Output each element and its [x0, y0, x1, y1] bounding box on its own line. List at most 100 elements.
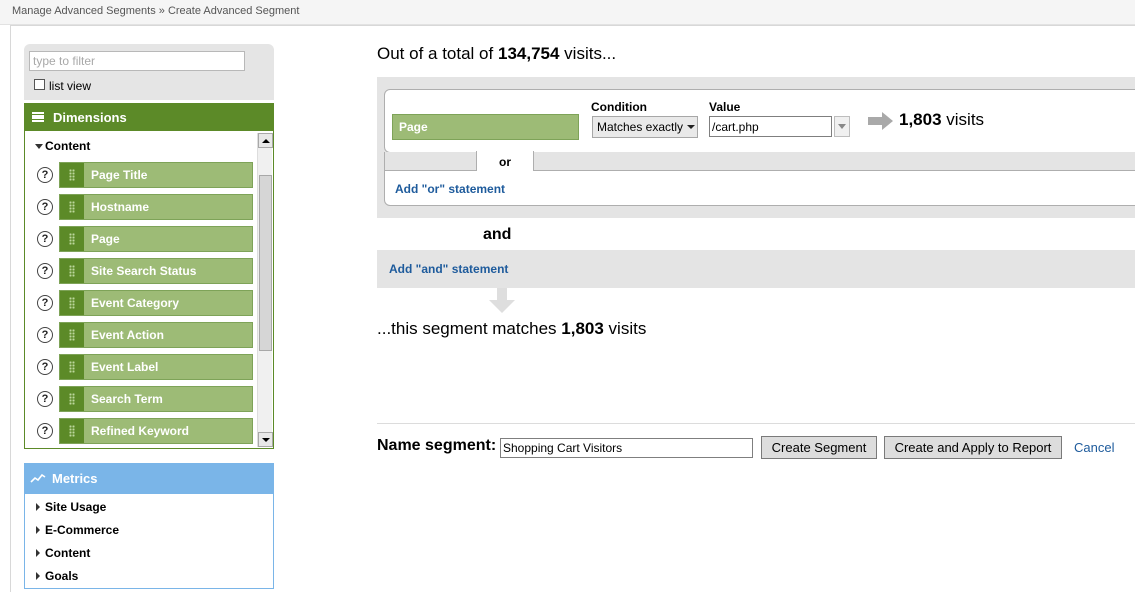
dimension-label: Page Title	[91, 168, 148, 182]
expand-triangle-icon	[35, 143, 43, 149]
breadcrumb: Manage Advanced Segments » Create Advanc…	[0, 0, 1135, 25]
drag-handle-icon[interactable]	[60, 387, 84, 411]
trend-line-icon	[30, 473, 46, 483]
drag-handle-icon[interactable]	[60, 291, 84, 315]
dimension-label: Page	[91, 232, 120, 246]
scroll-up-button[interactable]	[258, 133, 273, 148]
match-prefix: ...this segment matches	[377, 319, 557, 338]
dimension-pill-event-label[interactable]: Event Label	[59, 354, 253, 380]
drag-handle-icon[interactable]	[60, 163, 84, 187]
metrics-item-label: Goals	[45, 569, 79, 583]
down-arrow-icon	[489, 288, 515, 313]
total-prefix: Out of a total of	[377, 44, 494, 63]
dimension-row: ? Event Action	[37, 322, 253, 348]
metrics-list: Site Usage E-Commerce Content Goals	[24, 494, 274, 589]
metrics-item-label: Site Usage	[45, 500, 107, 514]
dimensions-list: Content ? Page Title ? Hostname ? Page ?…	[24, 131, 274, 449]
help-icon[interactable]: ?	[37, 199, 53, 215]
dimension-row: ? Refined Keyword	[37, 418, 253, 444]
list-view-toggle[interactable]: list view	[34, 79, 91, 93]
dimensions-title: Dimensions	[53, 109, 127, 125]
dimension-label: Event Action	[91, 328, 164, 342]
or-label: or	[499, 155, 511, 169]
dimension-pill-site-search-status[interactable]: Site Search Status	[59, 258, 253, 284]
value-dropdown-button[interactable]	[834, 116, 850, 137]
match-suffix: visits	[608, 319, 647, 338]
chevron-down-icon	[687, 125, 696, 129]
metrics-item-site-usage[interactable]: Site Usage	[36, 500, 106, 514]
drag-handle-icon[interactable]	[60, 355, 84, 379]
dimension-pill-refined-keyword[interactable]: Refined Keyword	[59, 418, 253, 444]
expand-arrow-icon	[36, 549, 40, 557]
help-icon[interactable]: ?	[37, 295, 53, 311]
metrics-item-e-commerce[interactable]: E-Commerce	[36, 523, 119, 537]
arrow-down-icon	[261, 437, 270, 442]
dimension-label: Search Term	[91, 392, 163, 406]
metrics-item-label: Content	[45, 546, 91, 560]
value-input[interactable]	[709, 116, 832, 137]
dimension-row: ? Event Label	[37, 354, 253, 380]
help-icon[interactable]: ?	[37, 167, 53, 183]
chevron-down-icon	[838, 124, 846, 129]
condition-result-unit: visits	[946, 110, 985, 129]
help-icon[interactable]: ?	[37, 231, 53, 247]
panel-border-left	[10, 25, 11, 592]
content-group-label: Content	[45, 139, 91, 153]
segment-name-input[interactable]	[500, 438, 753, 458]
drag-handle-icon[interactable]	[60, 195, 84, 219]
value-label: Value	[709, 100, 741, 114]
dimension-label: Event Category	[91, 296, 180, 310]
dimension-label: Event Label	[91, 360, 159, 374]
cancel-link[interactable]: Cancel	[1074, 440, 1114, 455]
dimension-pill-event-category[interactable]: Event Category	[59, 290, 253, 316]
help-icon[interactable]: ?	[37, 263, 53, 279]
expand-arrow-icon	[36, 572, 40, 580]
metrics-item-label: E-Commerce	[45, 523, 120, 537]
add-or-statement-link[interactable]: Add "or" statement	[395, 182, 505, 196]
drag-handle-icon[interactable]	[60, 259, 84, 283]
right-arrow-icon	[868, 112, 893, 130]
create-segment-button[interactable]: Create Segment	[761, 436, 877, 459]
drag-handle-icon[interactable]	[60, 323, 84, 347]
segment-match-line: ...this segment matches 1,803 visits	[377, 319, 646, 339]
metrics-header[interactable]: Metrics	[24, 463, 274, 494]
condition-label: Condition	[591, 100, 647, 114]
dimension-pill-event-action[interactable]: Event Action	[59, 322, 253, 348]
help-icon[interactable]: ?	[37, 423, 53, 439]
name-segment-label: Name segment:	[377, 437, 497, 454]
dimension-label: Site Search Status	[91, 264, 197, 278]
scroll-down-button[interactable]	[258, 432, 273, 447]
condition-result: 1,803 visits	[899, 110, 984, 130]
expand-arrow-icon	[36, 526, 40, 534]
condition-dimension-pill[interactable]: Page	[392, 114, 579, 140]
help-icon[interactable]: ?	[37, 391, 53, 407]
drag-handle-icon[interactable]	[60, 419, 84, 443]
scroll-thumb[interactable]	[259, 175, 272, 351]
dimension-row: ? Hostname	[37, 194, 253, 220]
dimension-pill-page[interactable]: Page	[59, 226, 253, 252]
dimension-pill-search-term[interactable]: Search Term	[59, 386, 253, 412]
list-view-label: list view	[49, 79, 92, 93]
metrics-item-goals[interactable]: Goals	[36, 569, 78, 583]
dimension-pill-page-title[interactable]: Page Title	[59, 162, 253, 188]
dimensions-scrollbar[interactable]	[257, 133, 273, 447]
create-and-apply-button[interactable]: Create and Apply to Report	[884, 436, 1062, 459]
dimension-row: ? Event Category	[37, 290, 253, 316]
filter-input[interactable]	[29, 51, 245, 71]
add-and-statement-link[interactable]: Add "and" statement	[389, 262, 508, 276]
condition-select[interactable]: Matches exactly	[592, 116, 698, 138]
condition-select-value: Matches exactly	[597, 120, 684, 134]
drag-handle-icon[interactable]	[60, 227, 84, 251]
help-icon[interactable]: ?	[37, 359, 53, 375]
content-group-toggle[interactable]: Content	[35, 139, 90, 153]
help-icon[interactable]: ?	[37, 327, 53, 343]
dimension-row: ? Page	[37, 226, 253, 252]
dimension-label: Refined Keyword	[91, 424, 190, 438]
total-visits-value: 134,754	[497, 44, 560, 63]
dimensions-header[interactable]: Dimensions	[24, 103, 274, 131]
metrics-item-content[interactable]: Content	[36, 546, 90, 560]
dimension-pill-hostname[interactable]: Hostname	[59, 194, 253, 220]
total-visits-line: Out of a total of 134,754 visits...	[377, 44, 616, 64]
list-view-checkbox[interactable]	[34, 79, 45, 90]
match-value: 1,803	[561, 319, 604, 338]
